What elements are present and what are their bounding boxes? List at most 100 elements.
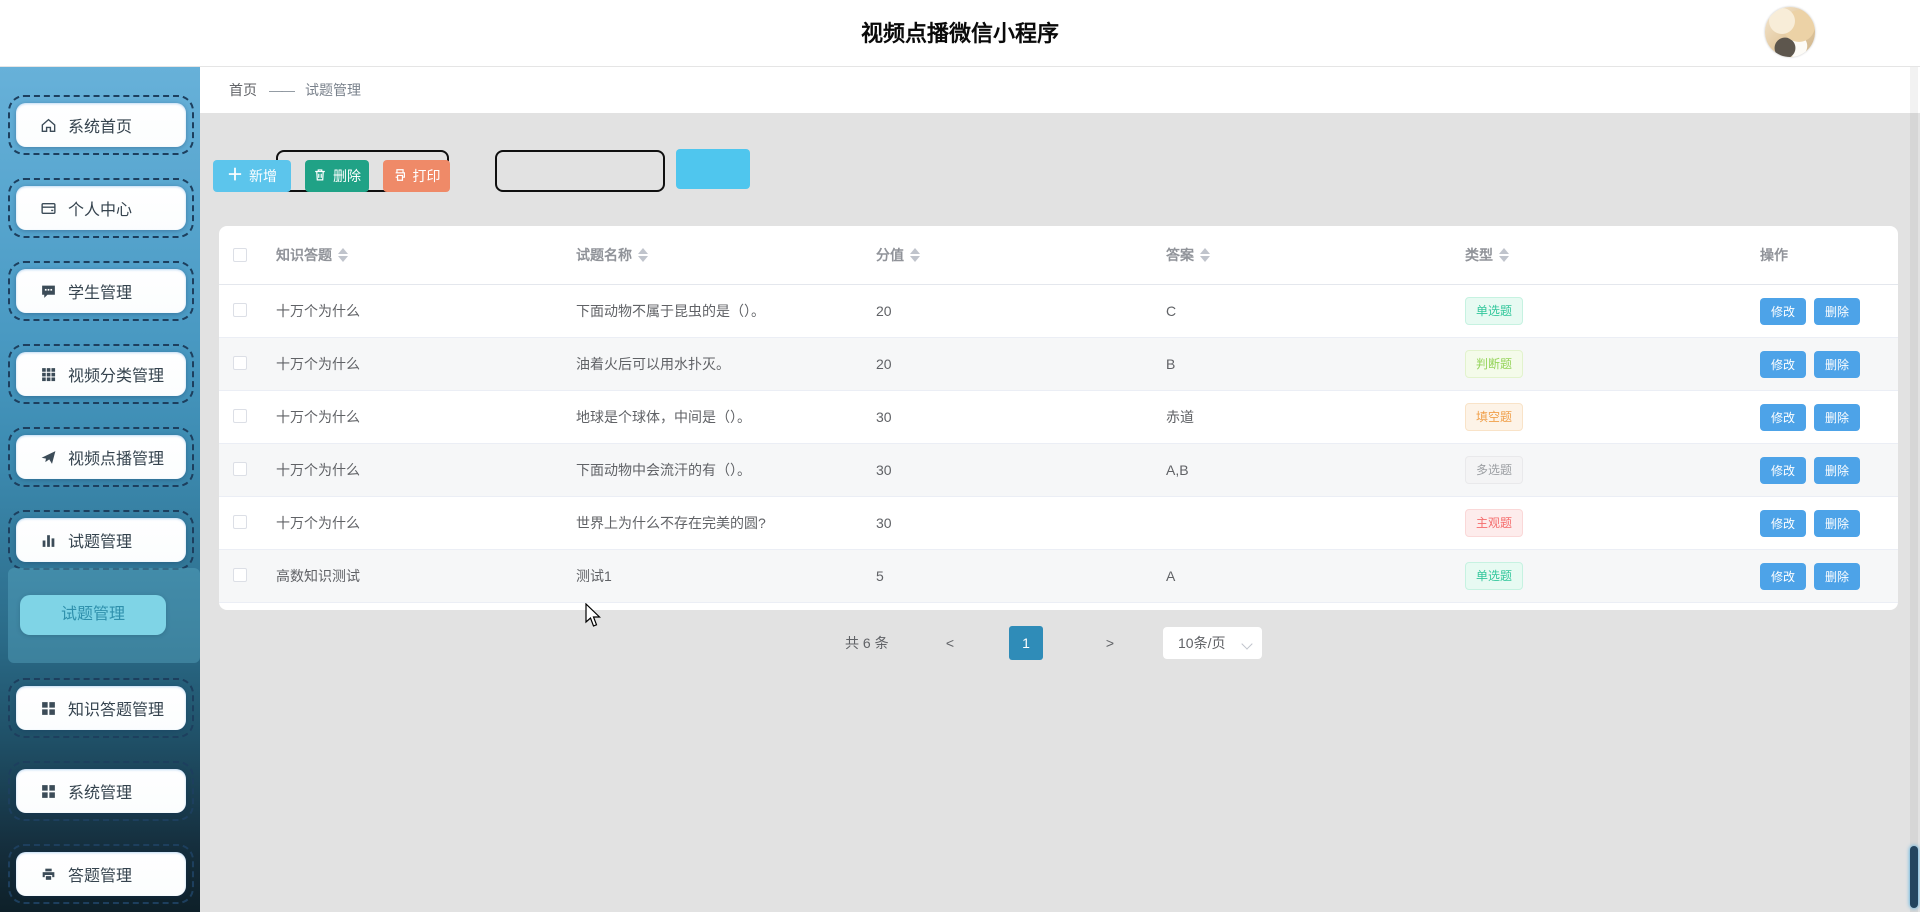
send-icon bbox=[40, 449, 57, 466]
sidebar-item-5[interactable]: 视频点播管理 bbox=[8, 427, 194, 487]
sort-caret[interactable] bbox=[1499, 248, 1509, 262]
sidebar-nav-bottom: 知识答题管理 系统管理 答题管理 bbox=[0, 663, 200, 904]
page-size-select[interactable]: 10条/页 bbox=[1163, 627, 1262, 659]
submenu-panel: 试题管理 bbox=[8, 568, 200, 663]
row-checkbox[interactable] bbox=[233, 514, 247, 529]
cell-quiz: 高数知识测试 bbox=[276, 568, 360, 584]
table-header-row: 知识答题 试题名称 分值 答案 类型 操作 bbox=[219, 226, 1898, 285]
search-button[interactable] bbox=[676, 149, 750, 189]
printer-icon bbox=[40, 866, 57, 883]
sidebar-item-6[interactable]: 试题管理 bbox=[8, 510, 194, 570]
pagination-total: 共 6 条 bbox=[845, 635, 889, 651]
cell-score: 30 bbox=[876, 409, 892, 425]
sidebar-item-1[interactable]: 系统首页 bbox=[8, 95, 194, 155]
add-button[interactable]: ＋ 新增 bbox=[213, 160, 291, 192]
edit-button[interactable]: 修改 bbox=[1760, 509, 1806, 537]
table-row: 十万个为什么 世界上为什么不存在完美的圆? 30 主观题 修改 删除 bbox=[219, 497, 1898, 550]
cell-score: 20 bbox=[876, 356, 892, 372]
delete-row-button[interactable]: 删除 bbox=[1814, 562, 1860, 590]
cell-score: 20 bbox=[876, 303, 892, 319]
type-badge: 主观题 bbox=[1465, 509, 1524, 537]
edit-button[interactable]: 修改 bbox=[1760, 350, 1806, 378]
cell-name: 下面动物中会流汗的有（）。 bbox=[576, 462, 751, 478]
cell-answer: C bbox=[1166, 303, 1177, 319]
column-header-quiz: 知识答题 bbox=[276, 245, 576, 265]
delete-row-button[interactable]: 删除 bbox=[1814, 297, 1860, 325]
pagination-page-1[interactable]: 1 bbox=[1009, 626, 1043, 660]
row-checkbox[interactable] bbox=[233, 355, 247, 370]
sidebar-item-2[interactable]: 个人中心 bbox=[8, 178, 194, 238]
page-size-value: 10条/页 bbox=[1178, 635, 1226, 651]
type-badge: 单选题 bbox=[1465, 297, 1524, 325]
cell-quiz: 十万个为什么 bbox=[276, 515, 360, 531]
sidebar: 系统首页 个人中心 学生管理 视频分类管理 视频点播管理 试题管理 试题管理 知… bbox=[0, 67, 200, 912]
row-checkbox[interactable] bbox=[233, 567, 247, 582]
column-header-score: 分值 bbox=[876, 245, 1166, 265]
type-badge: 多选题 bbox=[1465, 456, 1524, 484]
cell-answer: A bbox=[1166, 568, 1176, 584]
breadcrumb-home[interactable]: 首页 bbox=[229, 80, 257, 100]
row-checkbox[interactable] bbox=[233, 408, 247, 423]
grid-icon bbox=[40, 366, 57, 383]
scrollbar-thumb[interactable] bbox=[1910, 846, 1918, 908]
column-header-ops: 操作 bbox=[1760, 247, 1788, 263]
table-row: 十万个为什么 下面动物中会流汗的有（）。 30 A,B 多选题 修改 删除 bbox=[219, 444, 1898, 497]
edit-button[interactable]: 修改 bbox=[1760, 403, 1806, 431]
cell-name: 地球是个球体，中间是（）。 bbox=[576, 409, 751, 425]
sort-caret[interactable] bbox=[1200, 248, 1210, 262]
row-checkbox[interactable] bbox=[233, 302, 247, 317]
bar-chart-icon bbox=[40, 532, 57, 549]
cell-score: 30 bbox=[876, 462, 892, 478]
scrollbar-track[interactable] bbox=[1910, 67, 1918, 912]
delete-row-button[interactable]: 删除 bbox=[1814, 350, 1860, 378]
id-card-icon bbox=[40, 200, 57, 217]
breadcrumb-separator: —— bbox=[269, 82, 295, 98]
sidebar-subitem-active[interactable]: 试题管理 bbox=[20, 595, 166, 635]
user-avatar[interactable] bbox=[1765, 7, 1815, 57]
delete-row-button[interactable]: 删除 bbox=[1814, 403, 1860, 431]
pagination-next-button[interactable]: > bbox=[1095, 627, 1125, 659]
squares-icon bbox=[40, 783, 57, 800]
sort-caret[interactable] bbox=[338, 248, 348, 262]
delete-button-label: 删除 bbox=[333, 168, 361, 184]
sidebar-item-7[interactable]: 知识答题管理 bbox=[8, 678, 194, 738]
table-body: 十万个为什么 下面动物不属于昆虫的是（）。 20 C 单选题 修改 删除 十万个… bbox=[219, 285, 1898, 603]
edit-button[interactable]: 修改 bbox=[1760, 562, 1806, 590]
printer-icon bbox=[393, 168, 407, 185]
delete-button[interactable]: 删除 bbox=[305, 160, 369, 192]
print-button[interactable]: 打印 bbox=[383, 160, 450, 192]
select-all-checkbox[interactable] bbox=[233, 248, 247, 262]
table-row: 十万个为什么 下面动物不属于昆虫的是（）。 20 C 单选题 修改 删除 bbox=[219, 285, 1898, 338]
cell-quiz: 十万个为什么 bbox=[276, 409, 360, 425]
sidebar-item-4[interactable]: 视频分类管理 bbox=[8, 344, 194, 404]
cell-name: 测试1 bbox=[576, 568, 612, 584]
delete-row-button[interactable]: 删除 bbox=[1814, 456, 1860, 484]
table-row: 十万个为什么 地球是个球体，中间是（）。 30 赤道 填空题 修改 删除 bbox=[219, 391, 1898, 444]
chevron-down-icon bbox=[1241, 638, 1253, 650]
add-button-label: 新增 bbox=[249, 168, 277, 184]
cell-answer: A,B bbox=[1166, 462, 1189, 478]
search-input-2[interactable] bbox=[495, 150, 665, 192]
home-icon bbox=[40, 117, 57, 134]
sort-caret[interactable] bbox=[638, 248, 648, 262]
app-window: 视频点播微信小程序 系统首页 个人中心 学生管理 视频分类管理 视频点播管理 试… bbox=[0, 0, 1920, 912]
cell-quiz: 十万个为什么 bbox=[276, 462, 360, 478]
delete-row-button[interactable]: 删除 bbox=[1814, 509, 1860, 537]
print-button-label: 打印 bbox=[412, 168, 441, 184]
cell-score: 30 bbox=[876, 515, 892, 531]
sidebar-item-8[interactable]: 系统管理 bbox=[8, 761, 194, 821]
sidebar-item-9[interactable]: 答题管理 bbox=[8, 844, 194, 904]
sidebar-item-3[interactable]: 学生管理 bbox=[8, 261, 194, 321]
edit-button[interactable]: 修改 bbox=[1760, 456, 1806, 484]
plus-icon: ＋ bbox=[226, 167, 243, 184]
page-title: 视频点播微信小程序 bbox=[860, 21, 1059, 46]
sort-caret[interactable] bbox=[910, 248, 920, 262]
row-checkbox[interactable] bbox=[233, 461, 247, 476]
pagination-prev-button[interactable]: < bbox=[935, 627, 965, 659]
edit-button[interactable]: 修改 bbox=[1760, 297, 1806, 325]
cell-name: 油着火后可以用水扑灭。 bbox=[576, 356, 730, 372]
sidebar-nav-top: 系统首页 个人中心 学生管理 视频分类管理 视频点播管理 试题管理 bbox=[0, 67, 200, 570]
breadcrumb: 首页 —— 试题管理 bbox=[200, 67, 1920, 113]
column-header-name: 试题名称 bbox=[576, 245, 876, 265]
cell-name: 下面动物不属于昆虫的是（）。 bbox=[576, 303, 765, 319]
